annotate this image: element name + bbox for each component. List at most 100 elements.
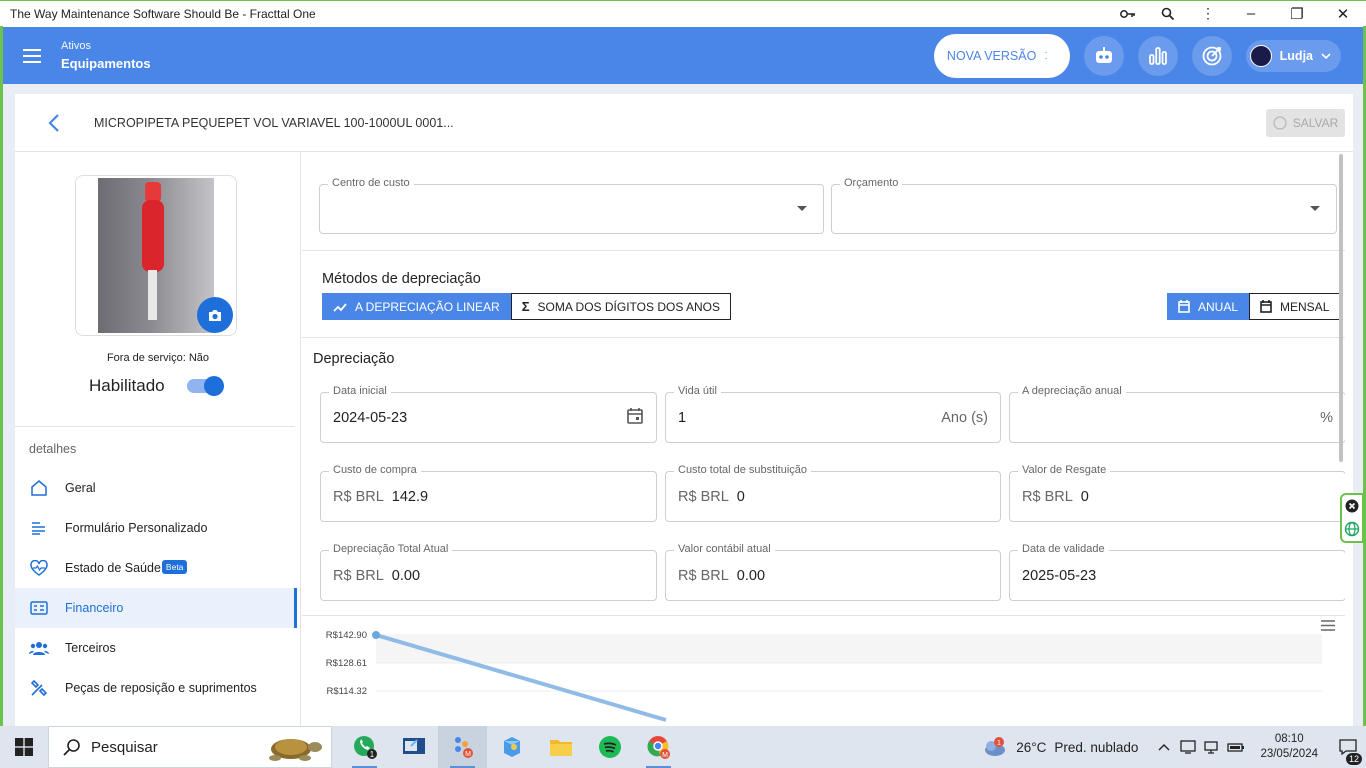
breadcrumb-parent[interactable]: Ativos [61, 40, 151, 52]
sidebar-item-label: Terceiros [65, 641, 116, 655]
restore-icon[interactable]: ❐ [1274, 1, 1320, 27]
turtle-illustration [269, 739, 322, 761]
heart-pulse-icon [29, 558, 49, 578]
useful-life-field[interactable]: Vida útil 1 Ano (s) [665, 385, 1001, 443]
device-icon[interactable] [1176, 734, 1200, 760]
chart-band [376, 635, 1322, 663]
currency-prefix: R$ BRL [333, 488, 384, 505]
budget-select[interactable]: Orçamento [831, 177, 1337, 234]
useful-life-label: Vida útil [674, 385, 721, 397]
book-value-field: Valor contábil atual R$ BRL 0.00 [665, 543, 1001, 601]
spotify-taskbar-icon[interactable] [585, 726, 634, 768]
sidebar-item-label: Geral [65, 481, 96, 495]
save-button[interactable]: SALVAR [1266, 109, 1345, 137]
save-icon [1273, 116, 1287, 130]
annual-depreciation-field[interactable]: A depreciação anual % [1009, 385, 1345, 443]
bar-chart-icon[interactable] [1137, 35, 1178, 76]
asset-header: MICROPIPETA PEQUEPET VOL VARIAVEL 100-10… [15, 94, 1353, 152]
book-value-value: 0.00 [736, 567, 766, 584]
sidebar-item-label: Estado de Saúde [65, 561, 161, 575]
cloud-weather-icon: 1 [985, 737, 1006, 756]
windows-start-icon[interactable] [0, 726, 48, 768]
taskbar-search-placeholder: Pesquisar [91, 738, 158, 756]
svg-text:M: M [662, 752, 668, 759]
sum-of-digits-label: SOMA DOS DÍGITOS DOS ANOS [537, 299, 721, 314]
linear-method-button[interactable]: A DEPRECIAÇÃO LINEAR [322, 293, 511, 320]
useful-life-value: 1 [678, 409, 687, 426]
whatsapp-taskbar-icon[interactable]: 1 [340, 726, 389, 768]
divider [302, 337, 1345, 338]
app-window-taskbar-icon[interactable] [389, 726, 438, 768]
linear-method-label: A DEPRECIAÇÃO LINEAR [355, 299, 500, 314]
cost-center-select[interactable]: Centro de custo [319, 177, 824, 234]
fracttal-taskbar-icon[interactable]: M [438, 726, 487, 768]
floating-widget [1340, 493, 1364, 543]
annual-button[interactable]: ANUAL [1167, 293, 1250, 320]
more-vert-icon[interactable]: ⋮ [1188, 1, 1228, 27]
sidebar-item-terceiros[interactable]: Terceiros [15, 628, 297, 668]
user-name: Ludja [1279, 48, 1313, 63]
window-title: The Way Maintenance Software Should Be -… [10, 6, 316, 21]
calendar-icon[interactable] [626, 407, 644, 429]
scrollbar-thumb[interactable] [1339, 154, 1343, 462]
sidebar-item-geral[interactable]: Geral [15, 468, 297, 508]
close-circle-icon[interactable] [1345, 499, 1359, 513]
purchase-cost-value: 142.9 [391, 488, 429, 505]
useful-life-unit: Ano (s) [941, 409, 988, 426]
enabled-label: Habilitado [89, 376, 165, 395]
close-icon[interactable]: ✕ [1320, 1, 1366, 27]
battery-icon[interactable] [1224, 734, 1248, 760]
network-icon[interactable] [1200, 734, 1224, 760]
globe-icon[interactable] [1344, 521, 1360, 537]
purchase-cost-label: Custo de compra [329, 464, 421, 476]
file-explorer-taskbar-icon[interactable] [536, 726, 585, 768]
sidebar-item-pecas[interactable]: Peças de reposição e suprimentos [15, 668, 297, 708]
hamburger-menu-icon[interactable] [3, 27, 61, 84]
sidebar-item-formulario[interactable]: Formulário Personalizado [15, 508, 297, 548]
user-menu[interactable]: Ludja [1245, 39, 1341, 72]
scrollbar[interactable] [1338, 152, 1344, 726]
robot-icon[interactable] [1083, 35, 1124, 76]
out-of-service-status: Fora de serviço: Não [106, 352, 210, 364]
minimize-icon[interactable]: – [1228, 1, 1274, 27]
y-tick-label: R$114.32 [327, 686, 368, 697]
divider [15, 426, 295, 427]
sidebar-item-label: Financeiro [65, 601, 124, 615]
weather-text: Pred. nublado [1054, 739, 1139, 755]
total-depreciation-field: Depreciação Total Atual R$ BRL 0.00 [320, 543, 657, 601]
zoom-icon[interactable] [1148, 1, 1188, 27]
total-depreciation-label: Depreciação Total Atual [329, 543, 453, 555]
salvage-value-field[interactable]: Valor de Resgate R$ BRL 0 [1009, 464, 1345, 522]
replacement-cost-field[interactable]: Custo total de substituição R$ BRL 0 [665, 464, 1001, 522]
depreciation-chart: R$142.90 R$128.61 R$114.32 [326, 630, 1322, 722]
chevron-up-icon[interactable] [1152, 734, 1176, 760]
purchase-cost-field[interactable]: Custo de compra R$ BRL 142.9 [320, 464, 657, 522]
app-bar: Ativos Equipamentos NOVA VERSÃO · · Ludja [3, 27, 1363, 84]
key-icon[interactable] [1108, 1, 1148, 27]
sum-of-digits-button[interactable]: Σ SOMA DOS DÍGITOS DOS ANOS [510, 293, 732, 320]
dropdown-arrow-icon [797, 206, 807, 211]
divider [302, 250, 1345, 251]
chrome-taskbar-icon[interactable]: M [634, 726, 683, 768]
target-icon[interactable] [1191, 35, 1232, 76]
back-arrow-icon[interactable] [36, 105, 72, 141]
clock[interactable]: 08:10 23/05/2024 [1248, 732, 1330, 762]
sidebar-item-estado-saude[interactable]: Estado de Saúde Beta [15, 548, 297, 588]
percent-unit: % [1320, 409, 1333, 426]
form-lines-icon [29, 518, 49, 538]
maps-taskbar-icon[interactable] [487, 726, 536, 768]
monthly-button[interactable]: MENSAL [1249, 293, 1341, 320]
camera-icon[interactable] [197, 297, 233, 333]
replacement-cost-value: 0 [736, 488, 745, 505]
currency-prefix: R$ BRL [333, 567, 384, 584]
taskbar-search[interactable]: Pesquisar [48, 726, 332, 768]
data-point[interactable] [372, 631, 380, 639]
home-icon [29, 478, 49, 498]
sidebar-item-financeiro[interactable]: Financeiro [15, 588, 297, 628]
nova-versao-button[interactable]: NOVA VERSÃO · · [933, 33, 1070, 78]
book-value-label: Valor contábil atual [674, 543, 775, 555]
notification-icon[interactable]: 12 [1330, 739, 1366, 765]
enabled-toggle[interactable] [186, 376, 224, 396]
start-date-field[interactable]: Data inicial 2024-05-23 [320, 385, 657, 443]
weather-widget[interactable]: 1 26°C Pred. nublado [968, 736, 1152, 758]
